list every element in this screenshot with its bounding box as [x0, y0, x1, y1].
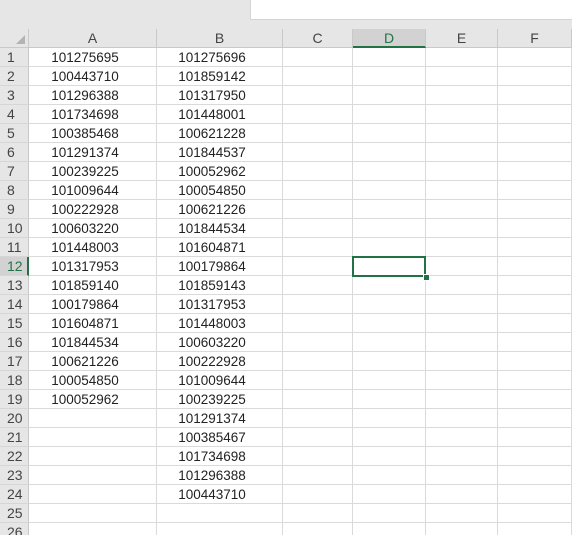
cell-b10[interactable]: 101844534: [149, 219, 275, 238]
cell-a5[interactable]: 100385468: [21, 124, 149, 143]
cell-b21[interactable]: 100385467: [149, 428, 275, 447]
cell-b15[interactable]: 101448003: [149, 314, 275, 333]
cell-b7[interactable]: 100052962: [149, 162, 275, 181]
gridline-horizontal: [29, 522, 572, 523]
cell-a17[interactable]: 100621226: [21, 352, 149, 371]
cell-b9[interactable]: 100621226: [149, 200, 275, 219]
cell-a11[interactable]: 101448003: [21, 238, 149, 257]
cell-b23[interactable]: 101296388: [149, 466, 275, 485]
row-header-25[interactable]: 25: [0, 504, 29, 523]
gridline-vertical: [425, 48, 426, 535]
gridline-vertical: [282, 48, 283, 535]
spreadsheet-grid[interactable]: A B C D E F 1 2 3 4 5 6 7 8 9 10 11 12 13 14 15 16 17 18 19 20 21 2…: [0, 29, 572, 535]
cell-a16[interactable]: 101844534: [21, 333, 149, 352]
cell-a18[interactable]: 100054850: [21, 371, 149, 390]
cell-b17[interactable]: 100222928: [149, 352, 275, 371]
fill-handle[interactable]: [423, 274, 430, 281]
gridline-horizontal: [29, 503, 572, 504]
cell-b12[interactable]: 100179864: [149, 257, 275, 276]
cell-a7[interactable]: 100239225: [21, 162, 149, 181]
cell-a8[interactable]: 101009644: [21, 181, 149, 200]
gridline-vertical: [497, 48, 498, 535]
cell-b11[interactable]: 101604871: [149, 238, 275, 257]
cell-b19[interactable]: 100239225: [149, 390, 275, 409]
cell-b5[interactable]: 100621228: [149, 124, 275, 143]
cell-b4[interactable]: 101448001: [149, 105, 275, 124]
cell-b1[interactable]: 101275696: [149, 48, 275, 67]
row-header-26[interactable]: 26: [0, 523, 29, 535]
gridline-horizontal: [29, 465, 572, 466]
gridline-horizontal: [29, 484, 572, 485]
column-header-d[interactable]: D: [353, 29, 426, 48]
cell-b13[interactable]: 101859143: [149, 276, 275, 295]
row-header-21[interactable]: 21: [0, 428, 29, 447]
cell-b8[interactable]: 100054850: [149, 181, 275, 200]
cell-a4[interactable]: 101734698: [21, 105, 149, 124]
formula-bar-area: [0, 0, 572, 29]
cell-b14[interactable]: 101317953: [149, 295, 275, 314]
column-header-b[interactable]: B: [157, 29, 283, 48]
cell-b2[interactable]: 101859142: [149, 67, 275, 86]
cell-b24[interactable]: 100443710: [149, 485, 275, 504]
selected-cell-outline[interactable]: [352, 256, 426, 277]
cell-a13[interactable]: 101859140: [21, 276, 149, 295]
cell-b6[interactable]: 101844537: [149, 143, 275, 162]
column-header-e[interactable]: E: [426, 29, 498, 48]
column-header-f[interactable]: F: [498, 29, 572, 48]
cell-a12[interactable]: 101317953: [21, 257, 149, 276]
column-header-c[interactable]: C: [283, 29, 353, 48]
cell-b3[interactable]: 101317950: [149, 86, 275, 105]
row-header-23[interactable]: 23: [0, 466, 29, 485]
cell-a19[interactable]: 100052962: [21, 390, 149, 409]
formula-input[interactable]: [250, 0, 572, 20]
cell-a14[interactable]: 100179864: [21, 295, 149, 314]
cell-b22[interactable]: 101734698: [149, 447, 275, 466]
cell-a9[interactable]: 100222928: [21, 200, 149, 219]
cell-a10[interactable]: 100603220: [21, 219, 149, 238]
select-all-corner[interactable]: [0, 29, 29, 48]
cell-a2[interactable]: 100443710: [21, 67, 149, 86]
cell-b20[interactable]: 101291374: [149, 409, 275, 428]
cell-b16[interactable]: 100603220: [149, 333, 275, 352]
gridline-horizontal: [29, 446, 572, 447]
column-header-a[interactable]: A: [29, 29, 157, 48]
gridline-horizontal: [29, 427, 572, 428]
row-header-24[interactable]: 24: [0, 485, 29, 504]
gridline-vertical: [352, 48, 353, 535]
cell-a6[interactable]: 101291374: [21, 143, 149, 162]
select-all-icon: [16, 35, 25, 44]
row-header-22[interactable]: 22: [0, 447, 29, 466]
cell-b18[interactable]: 101009644: [149, 371, 275, 390]
cell-a15[interactable]: 101604871: [21, 314, 149, 333]
row-header-20[interactable]: 20: [0, 409, 29, 428]
cell-a3[interactable]: 101296388: [21, 86, 149, 105]
cell-a1[interactable]: 101275695: [21, 48, 149, 67]
